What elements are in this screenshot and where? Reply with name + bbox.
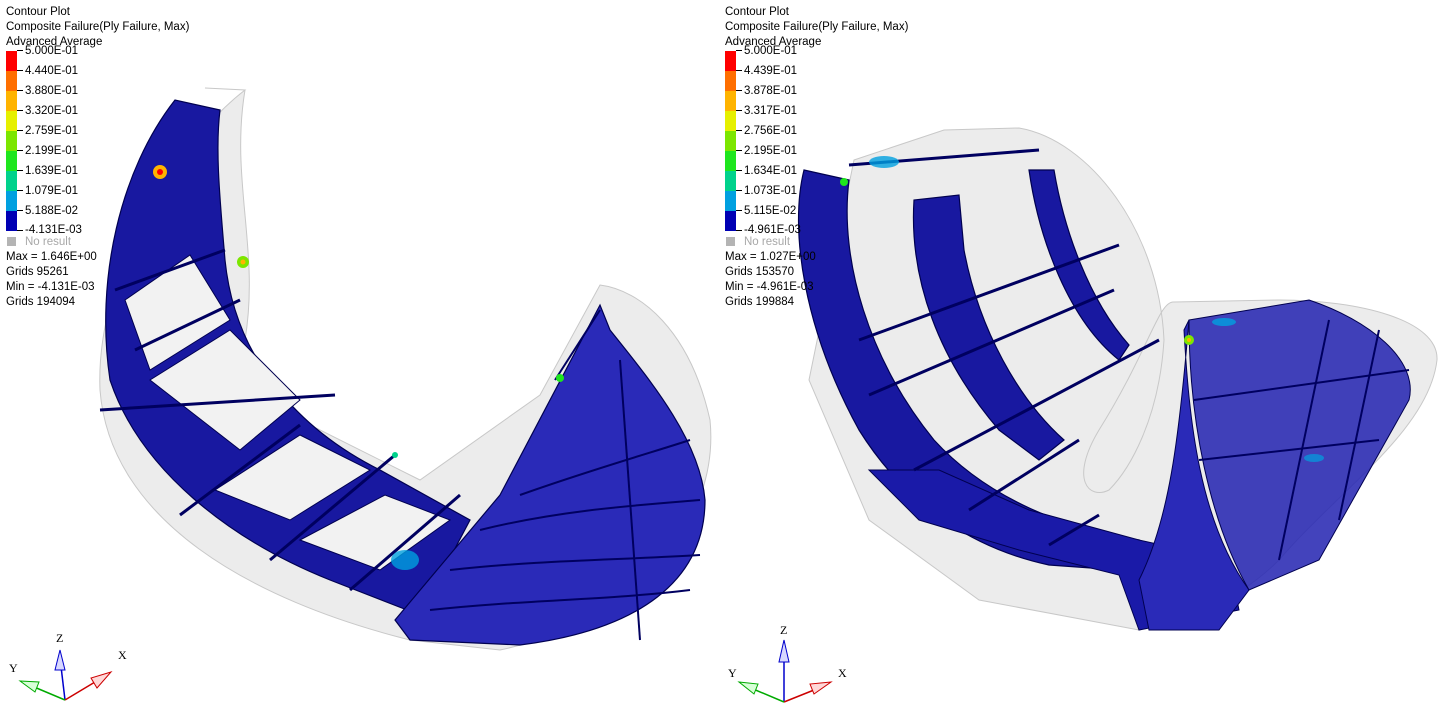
no-result-indicator: No result xyxy=(725,235,908,250)
legend-result-type: Composite Failure(Ply Failure, Max) xyxy=(6,21,190,33)
scale-label: 1.073E-01 xyxy=(744,185,798,197)
axis-triad-icon: Z X Y xyxy=(9,631,127,701)
scale-label: 2.195E-01 xyxy=(744,145,798,157)
axis-triad-icon: Z X Y xyxy=(728,623,847,703)
legend-title: Contour Plot xyxy=(725,6,789,18)
max-grids: Grids 153570 xyxy=(725,266,795,278)
scale-label: 2.199E-01 xyxy=(25,145,79,157)
scale-label: 2.759E-01 xyxy=(25,125,79,137)
scale-label: 5.000E-01 xyxy=(744,45,798,57)
scale-label: 5.188E-02 xyxy=(25,205,79,217)
axis-x-label: X xyxy=(838,666,847,680)
axis-z-label: Z xyxy=(56,631,63,645)
min-value: Min = -4.131E-03 xyxy=(6,281,95,293)
contour-scale: 5.000E-01 4.439E-01 3.878E-01 3.317E-01 … xyxy=(725,45,908,236)
min-max-stats: Max = 1.027E+00 Grids 153570 Min = -4.96… xyxy=(725,250,908,310)
scale-label: 3.880E-01 xyxy=(25,85,79,97)
min-max-stats: Max = 1.646E+00 Grids 95261 Min = -4.131… xyxy=(6,250,189,310)
scale-label: 1.634E-01 xyxy=(744,165,798,177)
contour-scale: 5.000E-01 4.440E-01 3.880E-01 3.320E-01 … xyxy=(6,45,189,236)
max-grids: Grids 95261 xyxy=(6,266,69,278)
scale-label: 2.756E-01 xyxy=(744,125,798,137)
scale-label: 1.639E-01 xyxy=(25,165,79,177)
scale-label: 4.440E-01 xyxy=(25,65,79,77)
min-value: Min = -4.961E-03 xyxy=(725,281,814,293)
viewport-right[interactable]: Contour Plot Composite Failure(Ply Failu… xyxy=(719,0,1438,726)
max-value: Max = 1.646E+00 xyxy=(6,251,97,263)
scale-label: 3.878E-01 xyxy=(744,85,798,97)
axis-x-label: X xyxy=(118,648,127,662)
max-value: Max = 1.027E+00 xyxy=(725,251,816,263)
axis-y-label: Y xyxy=(9,661,18,675)
scale-label: 3.320E-01 xyxy=(25,105,79,117)
legend-result-type: Composite Failure(Ply Failure, Max) xyxy=(725,21,909,33)
scale-label: 4.439E-01 xyxy=(744,65,798,77)
no-result-indicator: No result xyxy=(6,235,189,250)
scale-label: 1.079E-01 xyxy=(25,185,79,197)
axis-z-label: Z xyxy=(780,623,787,637)
contour-legend: Contour Plot Composite Failure(Ply Failu… xyxy=(725,5,908,310)
min-grids: Grids 199884 xyxy=(725,296,795,308)
legend-title: Contour Plot xyxy=(6,6,70,18)
scale-label: 5.115E-02 xyxy=(744,205,797,217)
contour-legend: Contour Plot Composite Failure(Ply Failu… xyxy=(6,5,189,310)
viewport-left[interactable]: Contour Plot Composite Failure(Ply Failu… xyxy=(0,0,719,726)
min-grids: Grids 194094 xyxy=(6,296,76,308)
scale-label: 3.317E-01 xyxy=(744,105,798,117)
axis-y-label: Y xyxy=(728,666,737,680)
scale-label: 5.000E-01 xyxy=(25,45,79,57)
